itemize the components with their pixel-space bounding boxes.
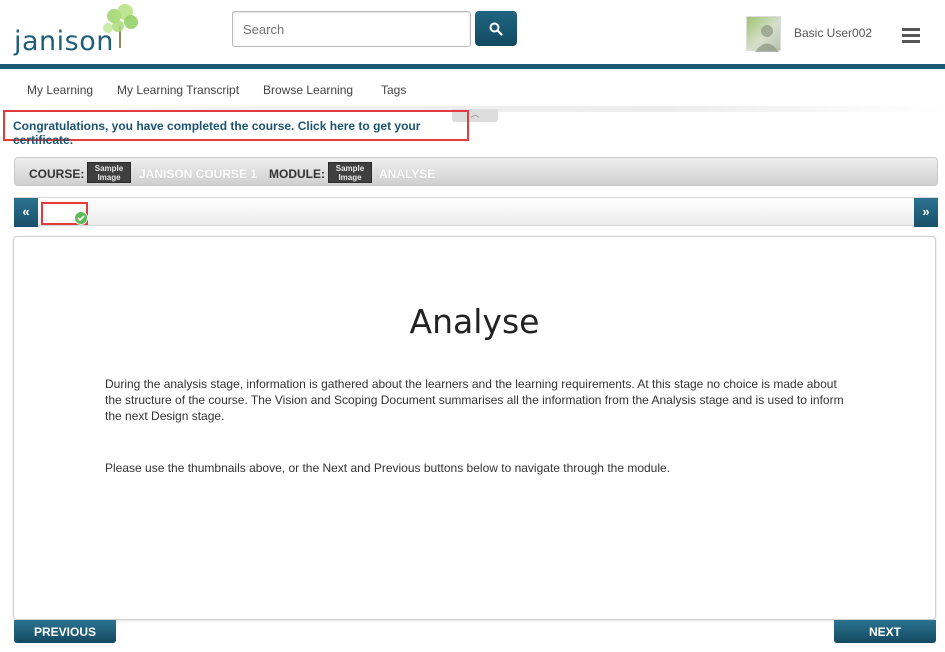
course-name[interactable]: JANISON COURSE 1 <box>139 167 257 181</box>
nav-item-tags[interactable]: Tags <box>381 83 406 97</box>
content-paragraph-2: Please use the thumbnails above, or the … <box>105 461 671 475</box>
nav-item-my-learning-transcript[interactable]: My Learning Transcript <box>117 83 239 97</box>
completion-alert[interactable]: Congratulations, you have completed the … <box>3 110 469 147</box>
logo-text: janison <box>14 26 114 57</box>
course-label: COURSE: <box>29 167 85 181</box>
page-content: Analyse During the analysis stage, infor… <box>13 236 936 620</box>
header: janison Basic User002 <box>0 0 945 64</box>
completed-check-icon <box>74 211 88 225</box>
next-button[interactable]: NEXT <box>834 620 936 643</box>
username[interactable]: Basic User002 <box>794 26 872 40</box>
module-name[interactable]: ANALYSE <box>379 167 435 181</box>
content-paragraph-1: During the analysis stage, information i… <box>105 377 844 423</box>
nav-item-my-learning[interactable]: My Learning <box>27 83 93 97</box>
course-breadcrumb-bar: COURSE: Sample Image JANISON COURSE 1 MO… <box>14 157 938 186</box>
search-input[interactable] <box>232 11 471 47</box>
main-nav: My Learning My Learning Transcript Brows… <box>0 69 945 109</box>
module-thumbnail: Sample Image <box>328 162 372 183</box>
page-title: Analyse <box>409 302 540 341</box>
module-label: MODULE: <box>269 167 325 181</box>
chevron-up-icon: ︿ <box>470 109 480 119</box>
search-button[interactable] <box>475 11 517 46</box>
hamburger-menu-icon[interactable] <box>902 28 920 44</box>
course-thumbnail: Sample Image <box>87 162 131 183</box>
strip-next-button[interactable]: » <box>914 198 938 227</box>
janison-logo[interactable]: janison <box>12 4 142 60</box>
avatar[interactable] <box>746 16 781 52</box>
previous-button[interactable]: PREVIOUS <box>14 620 116 643</box>
user-silhouette-icon <box>755 25 779 52</box>
search-icon <box>489 22 503 36</box>
strip-prev-button[interactable]: « <box>14 198 38 227</box>
page-thumbnail-strip: « » <box>14 197 938 227</box>
nav-item-browse-learning[interactable]: Browse Learning <box>263 83 353 97</box>
